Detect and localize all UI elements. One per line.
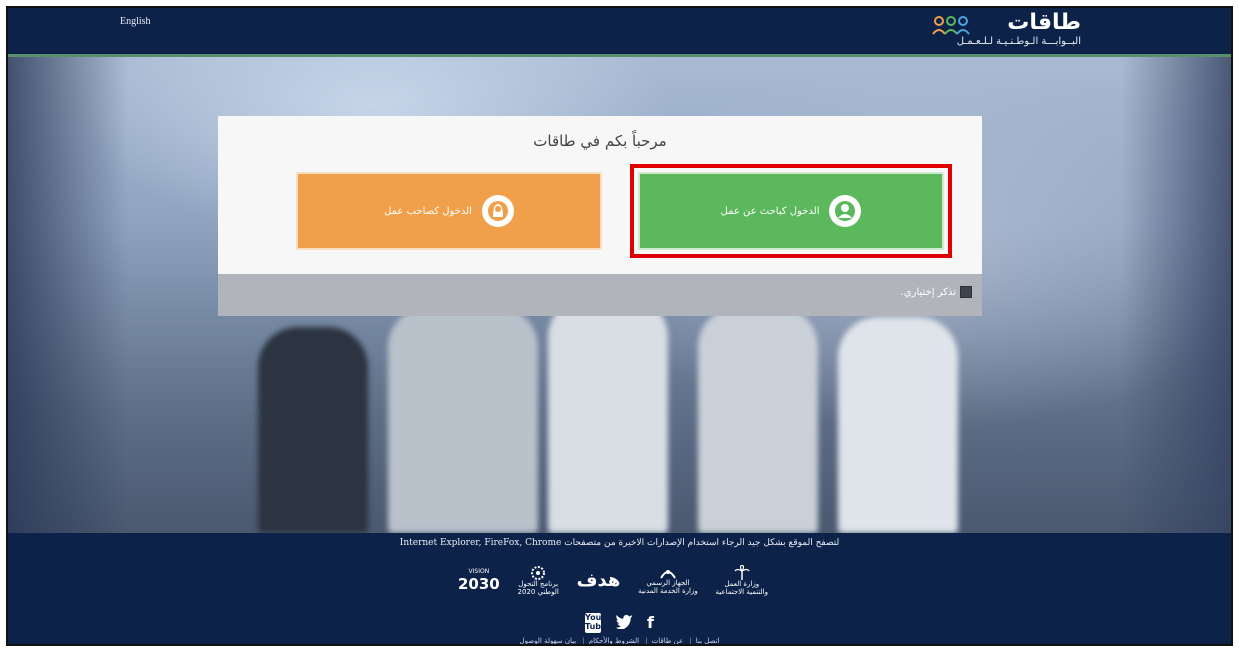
browser-support-note: لتصفح الموقع بشكل جيد الرجاء استخدام الإ…	[399, 538, 840, 548]
jobseeker-login-label: الدخول كباحث عن عمل	[720, 205, 820, 217]
jobseeker-login-button[interactable]: الدخول كباحث عن عمل	[638, 172, 944, 250]
palm-tree-icon	[734, 565, 750, 581]
taqat-logo[interactable]: طاقات البــوابـــة الـوطـنـيـة لـلـعـمـل	[931, 10, 1081, 48]
remember-choice[interactable]: تذكر إختياري.	[901, 286, 972, 298]
accessibility-link[interactable]: بيان سهولة الوصول	[520, 637, 577, 644]
hero-shade-left	[8, 57, 128, 533]
people-logo-icon	[932, 16, 970, 35]
footer-links: اتصل بنا| عن طاقات| الشروط والأحكام| بيا…	[519, 637, 720, 645]
hadaf-logo-icon[interactable]: هدف	[577, 571, 621, 591]
login-choice-card: مرحباً بكم في طاقات الدخول كصاحب عمل الد…	[218, 116, 982, 316]
partner-logos: VISION 2030 برنامج التحول الوطني 2020 هد…	[458, 561, 768, 601]
facebook-icon[interactable]: f	[647, 613, 654, 633]
logo-subtitle: البــوابـــة الـوطـنـيـة لـلـعـمـل	[956, 36, 1081, 47]
logo-title: طاقات	[1007, 10, 1081, 35]
palm-swords-emblem-icon[interactable]: وزارة العمل والتنمية الاجتماعية	[716, 565, 768, 596]
youtube-icon[interactable]: You Tube	[585, 613, 606, 633]
employer-login-label: الدخول كصاحب عمل	[384, 205, 472, 217]
worker-figure	[698, 307, 818, 533]
browser-frame: English طاقات البــوابـــة الـوطـنـيـة ل…	[6, 6, 1233, 646]
employer-login-button[interactable]: الدخول كصاحب عمل	[296, 172, 602, 250]
top-header: English طاقات البــوابـــة الـوطـنـيـة ل…	[8, 8, 1231, 54]
gear-emblem-icon	[531, 566, 546, 581]
worker-figure	[258, 327, 368, 533]
english-language-link[interactable]: English	[120, 16, 151, 27]
twitter-icon[interactable]	[615, 613, 633, 633]
civil-service-emblem-icon[interactable]: الجهاز الرسمي وزارة الخدمة المدنية	[638, 566, 698, 595]
remember-checkbox[interactable]	[960, 286, 972, 298]
female-user-icon	[481, 195, 514, 227]
worker-figure	[388, 307, 538, 533]
hero-shade-right	[1121, 57, 1231, 533]
card-options-bar	[218, 274, 982, 316]
site-footer: لتصفح الموقع بشكل جيد الرجاء استخدام الإ…	[8, 533, 1231, 645]
remember-label: تذكر إختياري.	[900, 286, 956, 298]
contact-us-link[interactable]: اتصل بنا	[696, 637, 720, 644]
worker-figure	[548, 297, 668, 533]
worker-figure	[838, 317, 958, 533]
social-links: You Tube f	[8, 613, 1231, 633]
about-taqat-link[interactable]: عن طاقات	[652, 637, 684, 644]
emblem-icon	[660, 570, 676, 579]
ntp-emblem-icon[interactable]: برنامج التحول الوطني 2020	[518, 565, 559, 596]
vision-2030-logo-icon[interactable]: VISION 2030	[458, 569, 500, 592]
user-icon	[829, 195, 862, 227]
terms-link[interactable]: الشروط والأحكام	[589, 637, 639, 644]
welcome-title: مرحباً بكم في طاقات	[533, 132, 667, 150]
